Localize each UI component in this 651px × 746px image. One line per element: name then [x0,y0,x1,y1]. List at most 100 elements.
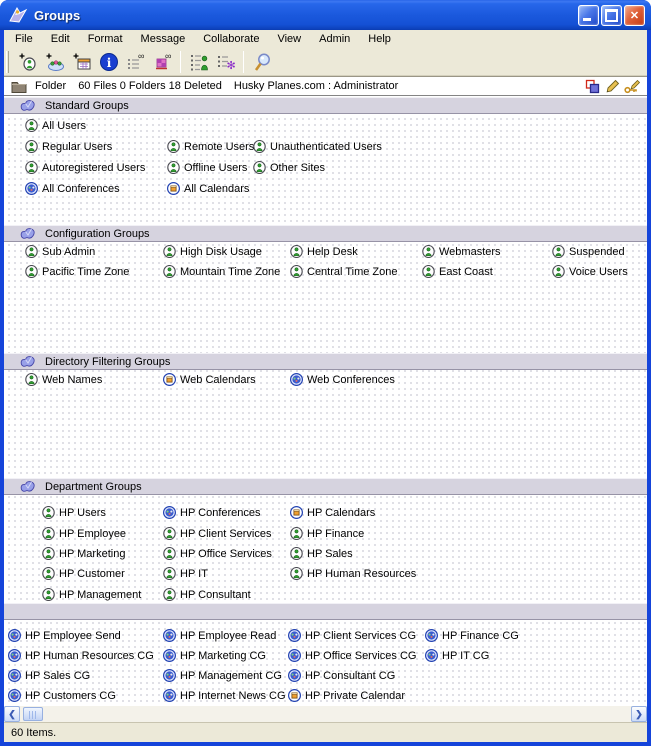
horizontal-scrollbar[interactable]: ❮ ❯ [4,706,647,722]
group-item[interactable]: Central Time Zone [290,264,397,279]
group-item[interactable]: HP Consultant CG [288,668,395,683]
group-item[interactable]: HP Human Resources [290,566,416,581]
title-bar[interactable]: Groups [0,0,651,30]
group-item[interactable]: HP Management CG [163,668,282,683]
directory-options-icon[interactable]: ✻ [212,49,239,75]
new-group-icon[interactable] [41,49,68,75]
scroll-thumb[interactable] [23,707,43,721]
group-item[interactable]: HP Marketing [42,546,125,561]
svg-text:✻: ✻ [226,60,235,72]
search-icon[interactable] [248,49,275,75]
maximize-button[interactable] [601,5,622,26]
group-item[interactable]: HP Employee [42,526,126,541]
group-item[interactable]: HP Customer [42,566,125,581]
group-item[interactable]: HP Conferences [163,505,261,520]
group-item[interactable]: Sub Admin [25,244,95,259]
group-item[interactable]: HP Human Resources CG [8,648,154,663]
group-icon [422,245,435,258]
group-item[interactable]: High Disk Usage [163,244,262,259]
menu-file[interactable]: File [6,31,42,47]
group-item[interactable]: HP Management [42,587,141,602]
section-header-department-groups[interactable]: Department Groups [4,478,647,495]
menu-message[interactable]: Message [132,31,195,47]
group-item[interactable]: HP Sales CG [8,668,90,683]
group-item[interactable]: Web Calendars [163,372,256,387]
group-item[interactable]: HP Sales [290,546,353,561]
menu-edit[interactable]: Edit [42,31,79,47]
group-item[interactable]: Help Desk [290,244,358,259]
group-item[interactable]: HP Internet News CG [163,688,286,703]
group-item-label: All Conferences [42,183,120,195]
group-item-label: Sub Admin [42,246,95,258]
close-button[interactable] [624,5,645,26]
group-item[interactable]: Web Names [25,372,102,387]
group-icon [25,245,38,258]
group-item[interactable]: Voice Users [552,264,628,279]
infinite-list-icon[interactable]: ∞ [122,49,149,75]
group-item[interactable]: HP Finance [290,526,364,541]
group-item[interactable]: HP Office Services [163,546,272,561]
group-item[interactable]: Autoregistered Users [25,160,145,175]
section-header-directory-filtering-groups[interactable]: Directory Filtering Groups [4,353,647,370]
group-item[interactable]: HP Employee Send [8,628,121,643]
copy-pages-icon[interactable] [584,78,601,94]
group-item[interactable]: HP Employee Read [163,628,276,643]
group-item[interactable]: Pacific Time Zone [25,264,129,279]
group-item[interactable]: Other Sites [253,160,325,175]
group-item[interactable]: HP Marketing CG [163,648,266,663]
edit-pencil-icon[interactable] [604,78,621,94]
scroll-left-button[interactable]: ❮ [4,706,20,722]
group-item[interactable]: Remote Users [167,139,254,154]
group-item[interactable]: HP Finance CG [425,628,519,643]
group-item[interactable]: HP Users [42,505,106,520]
group-item[interactable]: HP IT CG [425,648,489,663]
get-info-icon[interactable]: i [95,49,122,75]
group-item[interactable]: Offline Users [167,160,247,175]
group-item-label: HP Employee [59,528,126,540]
group-item[interactable]: HP Client Services [163,526,272,541]
group-item[interactable]: HP Client Services CG [288,628,416,643]
group-item[interactable]: Mountain Time Zone [163,264,280,279]
menu-view[interactable]: View [268,31,310,47]
group-item[interactable]: Suspended [552,244,625,259]
section-header-blank[interactable] [4,603,647,620]
group-item[interactable]: HP Consultant [163,587,251,602]
group-item-label: All Users [42,120,86,132]
group-item[interactable]: Webmasters [422,244,501,259]
conference-icon [288,669,301,682]
minimize-button[interactable] [578,5,599,26]
toolbar-buttons: i∞∞✻ [14,49,275,75]
menu-format[interactable]: Format [79,31,132,47]
menu-help[interactable]: Help [359,31,400,47]
group-item[interactable]: Regular Users [25,139,112,154]
group-item-label: High Disk Usage [180,246,262,258]
signature-key-icon[interactable] [624,78,641,94]
new-user-icon[interactable] [14,49,41,75]
group-item[interactable]: HP Customers CG [8,688,116,703]
directory-user-icon[interactable] [185,49,212,75]
menu-collaborate[interactable]: Collaborate [194,31,268,47]
group-item[interactable]: Unauthenticated Users [253,139,382,154]
group-item-label: HP Customers CG [25,690,116,702]
infinite-mailbox-icon[interactable]: ∞ [149,49,176,75]
group-item[interactable]: HP Private Calendar [288,688,405,703]
group-item[interactable]: HP Office Services CG [288,648,416,663]
group-icon [42,547,55,560]
group-item-label: HP Calendars [307,507,375,519]
item-count: 60 Items. [11,727,56,739]
toolbar-grip[interactable] [6,51,9,73]
group-item[interactable]: All Calendars [167,181,249,196]
group-item[interactable]: HP Calendars [290,505,375,520]
group-item[interactable]: East Coast [422,264,493,279]
group-item[interactable]: Web Conferences [290,372,395,387]
menu-admin[interactable]: Admin [310,31,359,47]
scroll-right-button[interactable]: ❯ [631,706,647,722]
folder-label: Folder [35,80,66,92]
group-item[interactable]: All Conferences [25,181,120,196]
section-header-standard-groups[interactable]: Standard Groups [4,97,647,114]
group-item[interactable]: HP IT [163,566,208,581]
section-header-configuration-groups[interactable]: Configuration Groups [4,225,647,242]
group-item-label: Remote Users [184,141,254,153]
group-item[interactable]: All Users [25,118,86,133]
new-calendar-icon[interactable] [68,49,95,75]
